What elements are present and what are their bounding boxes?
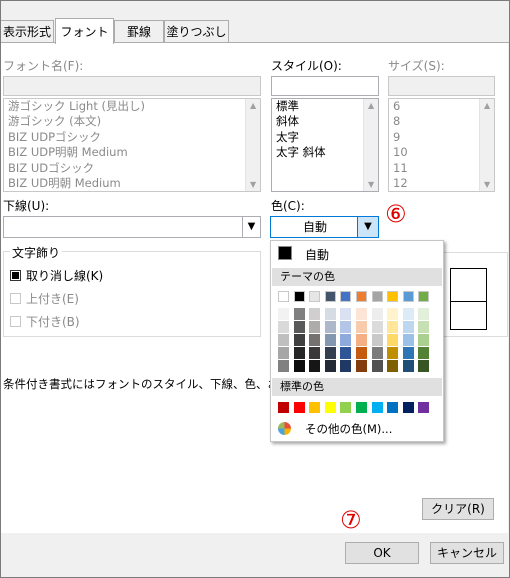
theme-tint-swatch[interactable] [293, 360, 305, 372]
theme-color-swatch[interactable] [293, 291, 305, 302]
theme-tint-swatch[interactable] [387, 360, 399, 372]
theme-tint-swatch[interactable] [402, 334, 414, 346]
standard-colors-header: 標準の色 [272, 378, 442, 396]
theme-color-swatch[interactable] [309, 291, 321, 302]
theme-color-swatch[interactable] [371, 291, 383, 302]
theme-tint-swatch[interactable] [356, 334, 367, 346]
theme-tint-swatch[interactable] [356, 347, 367, 359]
format-cells-dialog: 表示形式 フォント 罫線 塗りつぶし フォント名(F): スタイル(O): サイ… [0, 0, 510, 578]
theme-tint-swatch[interactable] [371, 308, 383, 320]
theme-tint-swatch[interactable] [278, 321, 289, 333]
theme-tint-swatch[interactable] [340, 321, 352, 333]
theme-tint-swatch[interactable] [418, 334, 430, 346]
theme-tint-swatch[interactable] [324, 308, 336, 320]
theme-tint-swatch[interactable] [340, 360, 352, 372]
standard-color-swatch[interactable] [371, 402, 383, 413]
theme-tint-swatch[interactable] [293, 308, 305, 320]
theme-color-swatch[interactable] [418, 291, 430, 302]
theme-tint-swatch[interactable] [402, 347, 414, 359]
theme-tint-swatch[interactable] [418, 308, 430, 320]
theme-tint-swatch[interactable] [402, 360, 414, 372]
color-wheel-icon [278, 422, 291, 435]
theme-tint-swatch[interactable] [371, 360, 383, 372]
theme-color-swatch[interactable] [402, 291, 414, 302]
theme-tint-swatch[interactable] [418, 347, 430, 359]
theme-tint-swatch[interactable] [309, 308, 321, 320]
auto-color-swatch[interactable] [278, 246, 292, 260]
theme-color-swatch[interactable] [356, 291, 367, 302]
standard-color-swatch[interactable] [293, 402, 305, 413]
theme-tint-swatch[interactable] [324, 334, 336, 346]
tab-font[interactable]: フォント [55, 18, 114, 44]
theme-tint-swatch[interactable] [356, 360, 367, 372]
theme-tint-swatch[interactable] [340, 334, 352, 346]
theme-tint-swatch[interactable] [356, 321, 367, 333]
theme-color-swatch[interactable] [387, 291, 399, 302]
theme-tint-swatch[interactable] [309, 360, 321, 372]
theme-tint-swatch[interactable] [387, 321, 399, 333]
theme-tint-swatch[interactable] [402, 308, 414, 320]
standard-color-swatch[interactable] [278, 402, 289, 413]
theme-color-swatch[interactable] [278, 291, 289, 302]
theme-tint-swatch[interactable] [371, 347, 383, 359]
theme-tint-swatch[interactable] [324, 321, 336, 333]
theme-tint-swatch[interactable] [293, 334, 305, 346]
theme-color-swatch[interactable] [340, 291, 352, 302]
theme-tint-swatch[interactable] [324, 360, 336, 372]
standard-color-swatch[interactable] [340, 402, 352, 413]
theme-tint-swatch[interactable] [387, 334, 399, 346]
standard-color-swatch[interactable] [324, 402, 336, 413]
standard-color-swatch[interactable] [387, 402, 399, 413]
theme-tint-swatch[interactable] [293, 321, 305, 333]
standard-color-swatch[interactable] [418, 402, 430, 413]
theme-tint-swatch[interactable] [324, 347, 336, 359]
theme-tint-swatch[interactable] [278, 334, 289, 346]
theme-tint-swatch[interactable] [309, 347, 321, 359]
color-palette-popup: 自動 テーマの色 標準の色 その他の色(M)... [270, 240, 444, 442]
theme-tint-swatch[interactable] [356, 308, 367, 320]
theme-tint-swatch[interactable] [278, 308, 289, 320]
theme-tint-swatch[interactable] [278, 347, 289, 359]
standard-color-swatch[interactable] [402, 402, 414, 413]
more-colors-link[interactable]: その他の色(M)... [305, 421, 392, 437]
theme-tint-swatch[interactable] [340, 308, 352, 320]
theme-tint-swatch[interactable] [309, 334, 321, 346]
theme-tint-swatch[interactable] [309, 321, 321, 333]
theme-tint-swatch[interactable] [402, 321, 414, 333]
theme-tint-swatch[interactable] [371, 334, 383, 346]
standard-color-swatch[interactable] [356, 402, 367, 413]
theme-tint-swatch[interactable] [293, 347, 305, 359]
auto-color-label[interactable]: 自動 [305, 246, 329, 263]
theme-tint-swatch[interactable] [387, 347, 399, 359]
theme-tint-swatch[interactable] [418, 321, 430, 333]
theme-tint-swatch[interactable] [278, 360, 289, 372]
theme-tint-swatch[interactable] [387, 308, 399, 320]
theme-tint-swatch[interactable] [371, 321, 383, 333]
theme-tint-swatch[interactable] [418, 360, 430, 372]
theme-colors-header: テーマの色 [272, 268, 442, 286]
theme-tint-swatch[interactable] [340, 347, 352, 359]
standard-color-swatch[interactable] [309, 402, 321, 413]
theme-color-swatch[interactable] [324, 291, 336, 302]
